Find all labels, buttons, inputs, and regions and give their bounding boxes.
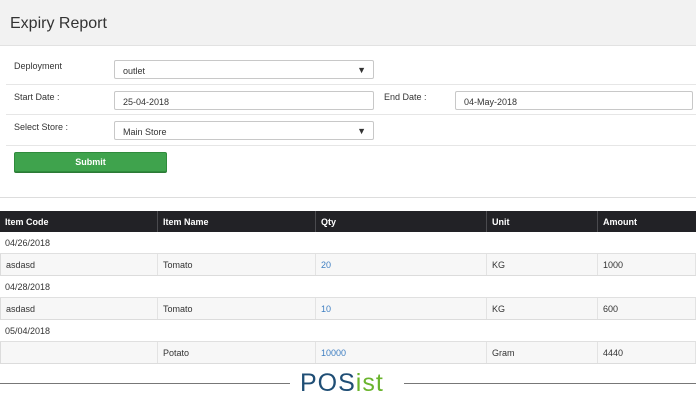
item-code-cell [0,342,158,363]
item-code-cell: asdasd [0,298,158,319]
filter-form: Deployment outlet ▼ Start Date : 25-04-2… [0,46,696,198]
logo-text-main: POS [300,369,356,397]
column-header-unit[interactable]: Unit [487,211,598,232]
table-header: Item Code Item Name Qty Unit Amount [0,211,696,232]
posist-logo: POSist [300,369,396,397]
deployment-label: Deployment [14,61,63,71]
store-value: Main Store [123,127,167,137]
qty-cell[interactable]: 10000 [316,342,487,363]
page-header: Expiry Report [0,0,696,46]
qty-cell[interactable]: 20 [316,254,487,275]
column-header-qty[interactable]: Qty [316,211,487,232]
unit-cell: KG [487,254,598,275]
item-name-cell: Tomato [158,254,316,275]
page-title: Expiry Report [10,15,107,32]
footer-divider-right [404,383,696,384]
chevron-down-icon: ▼ [357,65,366,75]
end-date-value: 04-May-2018 [464,97,518,107]
qty-cell[interactable]: 10 [316,298,487,319]
start-date-value: 25-04-2018 [123,97,170,107]
form-divider [6,145,696,146]
amount-cell: 1000 [598,254,696,275]
table-row[interactable]: asdasd Tomato 20 KG 1000 [0,254,696,276]
start-date-label: Start Date : [14,92,60,102]
column-header-item-name[interactable]: Item Name [158,211,316,232]
expiry-table: Item Code Item Name Qty Unit Amount 04/2… [0,211,696,364]
column-header-item-code[interactable]: Item Code [0,211,158,232]
date-group-row: 04/26/2018 [0,232,696,254]
form-divider [6,84,696,85]
deployment-value: outlet [123,66,146,76]
amount-cell: 4440 [598,342,696,363]
submit-button[interactable]: Submit [14,152,167,172]
amount-cell: 600 [598,298,696,319]
item-name-cell: Potato [158,342,316,363]
select-store-label: Select Store : [14,122,69,132]
date-group-row: 04/28/2018 [0,276,696,298]
start-date-field[interactable]: 25-04-2018 [114,91,374,110]
end-date-field[interactable]: 04-May-2018 [455,91,693,110]
deployment-select[interactable]: outlet ▼ [114,60,374,79]
chevron-down-icon: ▼ [357,126,366,136]
unit-cell: KG [487,298,598,319]
item-name-cell: Tomato [158,298,316,319]
date-group-row: 05/04/2018 [0,320,696,342]
item-code-cell: asdasd [0,254,158,275]
unit-cell: Gram [487,342,598,363]
footer-divider-left [0,383,290,384]
table-row[interactable]: asdasd Tomato 10 KG 600 [0,298,696,320]
logo-text-accent: ist [355,369,384,397]
store-select[interactable]: Main Store ▼ [114,121,374,140]
column-header-amount[interactable]: Amount [598,211,696,232]
table-row[interactable]: Potato 10000 Gram 4440 [0,342,696,364]
form-divider [6,114,696,115]
end-date-label: End Date : [384,92,427,102]
